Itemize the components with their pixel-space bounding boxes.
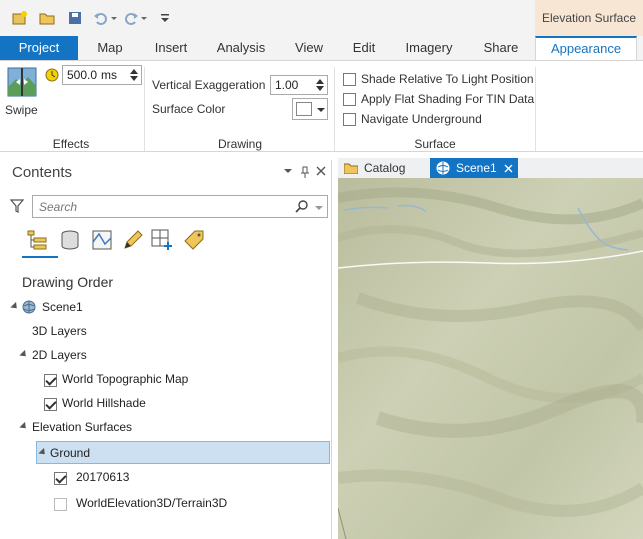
stepper-arrows-icon[interactable] — [129, 67, 139, 83]
group-divider — [535, 67, 536, 151]
scene-icon — [22, 300, 36, 314]
tree-item-topo[interactable]: World Topographic Map — [62, 368, 188, 390]
effects-group-label: Effects — [52, 137, 90, 151]
tree-item-dem[interactable]: 20170613 — [76, 466, 129, 488]
vertical-exaggeration-value: 1.00 — [275, 78, 299, 92]
quick-access-toolbar — [0, 0, 535, 36]
tab-catalog[interactable]: Catalog — [338, 158, 426, 178]
terrain-render[interactable] — [338, 178, 643, 539]
list-by-selection-icon[interactable] — [90, 228, 114, 252]
swipe-icon — [7, 67, 37, 97]
tab-share[interactable]: Share — [476, 36, 526, 60]
navigate-underground-label: Navigate Underground — [361, 112, 482, 126]
tab-analysis[interactable]: Analysis — [212, 36, 270, 60]
list-by-editing-icon[interactable] — [120, 228, 144, 252]
group-divider — [334, 67, 335, 151]
pane-menu-icon[interactable] — [284, 166, 292, 178]
surface-color-picker[interactable] — [292, 98, 328, 120]
flat-shading-checkbox[interactable] — [343, 93, 356, 106]
contextual-tab-label: Elevation Surface — [541, 11, 637, 25]
pane-title: Contents — [12, 164, 73, 181]
tree-item-hillshade[interactable]: World Hillshade — [62, 392, 146, 414]
surface-group-label: Surface — [414, 137, 456, 151]
document-tabs: Catalog Scene1 — [338, 158, 643, 178]
drawing-group-label: Drawing — [217, 137, 262, 151]
tab-project[interactable]: Project — [0, 36, 78, 60]
tab-insert[interactable]: Insert — [146, 36, 196, 60]
search-icon[interactable] — [295, 200, 309, 214]
redo-icon[interactable] — [122, 9, 140, 27]
expand-icon[interactable] — [10, 301, 20, 312]
stepper-arrows-icon[interactable] — [315, 77, 325, 93]
expand-icon[interactable] — [19, 349, 29, 360]
tree-item-2d-layers[interactable]: 2D Layers — [32, 344, 87, 366]
group-divider — [144, 67, 145, 151]
tree-item-elevation-surfaces[interactable]: Elevation Surfaces — [32, 416, 132, 438]
tree-item-terrain[interactable]: WorldElevation3D/Terrain3D — [76, 492, 227, 514]
vertical-exaggeration-stepper[interactable]: 1.00 — [270, 75, 328, 95]
search-input[interactable]: Search — [32, 195, 328, 218]
catalog-icon — [344, 163, 358, 174]
contextual-tab-elevation-surface: Elevation Surface — [535, 0, 643, 36]
chevron-down-icon[interactable] — [315, 204, 323, 212]
scene-icon — [436, 161, 450, 175]
vertical-exaggeration-label: Vertical Exaggeration — [152, 78, 266, 92]
active-view-indicator — [22, 256, 58, 258]
search-placeholder: Search — [39, 200, 78, 214]
tab-edit[interactable]: Edit — [346, 36, 382, 60]
tree-item-ground[interactable]: Ground — [36, 441, 330, 464]
ribbon-appearance: Swipe 500.0 ms Effects Vertical Exaggera… — [0, 60, 643, 152]
close-icon[interactable] — [504, 164, 513, 173]
list-by-labeling-icon[interactable] — [182, 228, 206, 252]
swipe-label: Swipe — [5, 103, 38, 117]
expand-icon[interactable] — [38, 447, 48, 458]
shade-relative-label: Shade Relative To Light Position — [361, 72, 534, 86]
new-project-icon[interactable] — [10, 9, 28, 27]
customize-icon[interactable] — [160, 9, 170, 27]
tab-map[interactable]: Map — [88, 36, 132, 60]
tab-imagery[interactable]: Imagery — [398, 36, 460, 60]
section-title: Drawing Order — [22, 274, 114, 290]
tab-catalog-label: Catalog — [364, 161, 406, 175]
swipe-button[interactable]: Swipe — [4, 65, 40, 119]
chevron-down-icon — [317, 108, 325, 112]
tab-scene[interactable]: Scene1 — [430, 158, 518, 178]
contents-pane: Contents Search Drawing Order Scene1 3D … — [6, 160, 332, 539]
scene-view[interactable] — [338, 178, 643, 539]
flat-shading-label: Apply Flat Shading For TIN Data — [361, 92, 535, 106]
redo-dropdown-icon[interactable] — [140, 9, 148, 27]
undo-icon[interactable] — [92, 9, 110, 27]
topo-visibility-checkbox[interactable] — [44, 374, 57, 387]
dem-visibility-checkbox[interactable] — [54, 472, 67, 485]
list-by-data-source-icon[interactable] — [58, 228, 82, 252]
terrain-visibility-checkbox[interactable] — [54, 498, 67, 511]
ribbon-tabs: Project Map Insert Analysis View Edit Im… — [0, 36, 643, 61]
tree-item-ground-label: Ground — [50, 446, 91, 460]
list-by-drawing-order-icon[interactable] — [26, 228, 50, 252]
shade-relative-checkbox[interactable] — [343, 73, 356, 86]
expand-icon[interactable] — [19, 421, 29, 432]
color-swatch — [296, 102, 312, 116]
flicker-time-unit: ms — [101, 68, 117, 82]
filter-icon[interactable] — [9, 198, 25, 214]
tab-appearance[interactable]: Appearance — [535, 36, 637, 61]
flicker-time-stepper[interactable]: 500.0 ms — [62, 65, 142, 85]
tree-item-3d-layers[interactable]: 3D Layers — [32, 320, 87, 342]
clock-icon — [44, 67, 60, 83]
list-by-snapping-icon[interactable] — [150, 228, 174, 252]
pin-icon[interactable] — [300, 166, 310, 181]
tree-item-scene[interactable]: Scene1 — [42, 296, 83, 318]
navigate-underground-checkbox[interactable] — [343, 113, 356, 126]
surface-color-label: Surface Color — [152, 102, 226, 116]
flicker-time-value: 500.0 — [67, 68, 98, 82]
close-icon[interactable] — [316, 166, 326, 179]
open-icon[interactable] — [38, 9, 56, 27]
hillshade-visibility-checkbox[interactable] — [44, 398, 57, 411]
tab-scene-label: Scene1 — [456, 161, 497, 175]
tab-view[interactable]: View — [286, 36, 332, 60]
save-icon[interactable] — [66, 9, 84, 27]
undo-dropdown-icon[interactable] — [110, 9, 118, 27]
